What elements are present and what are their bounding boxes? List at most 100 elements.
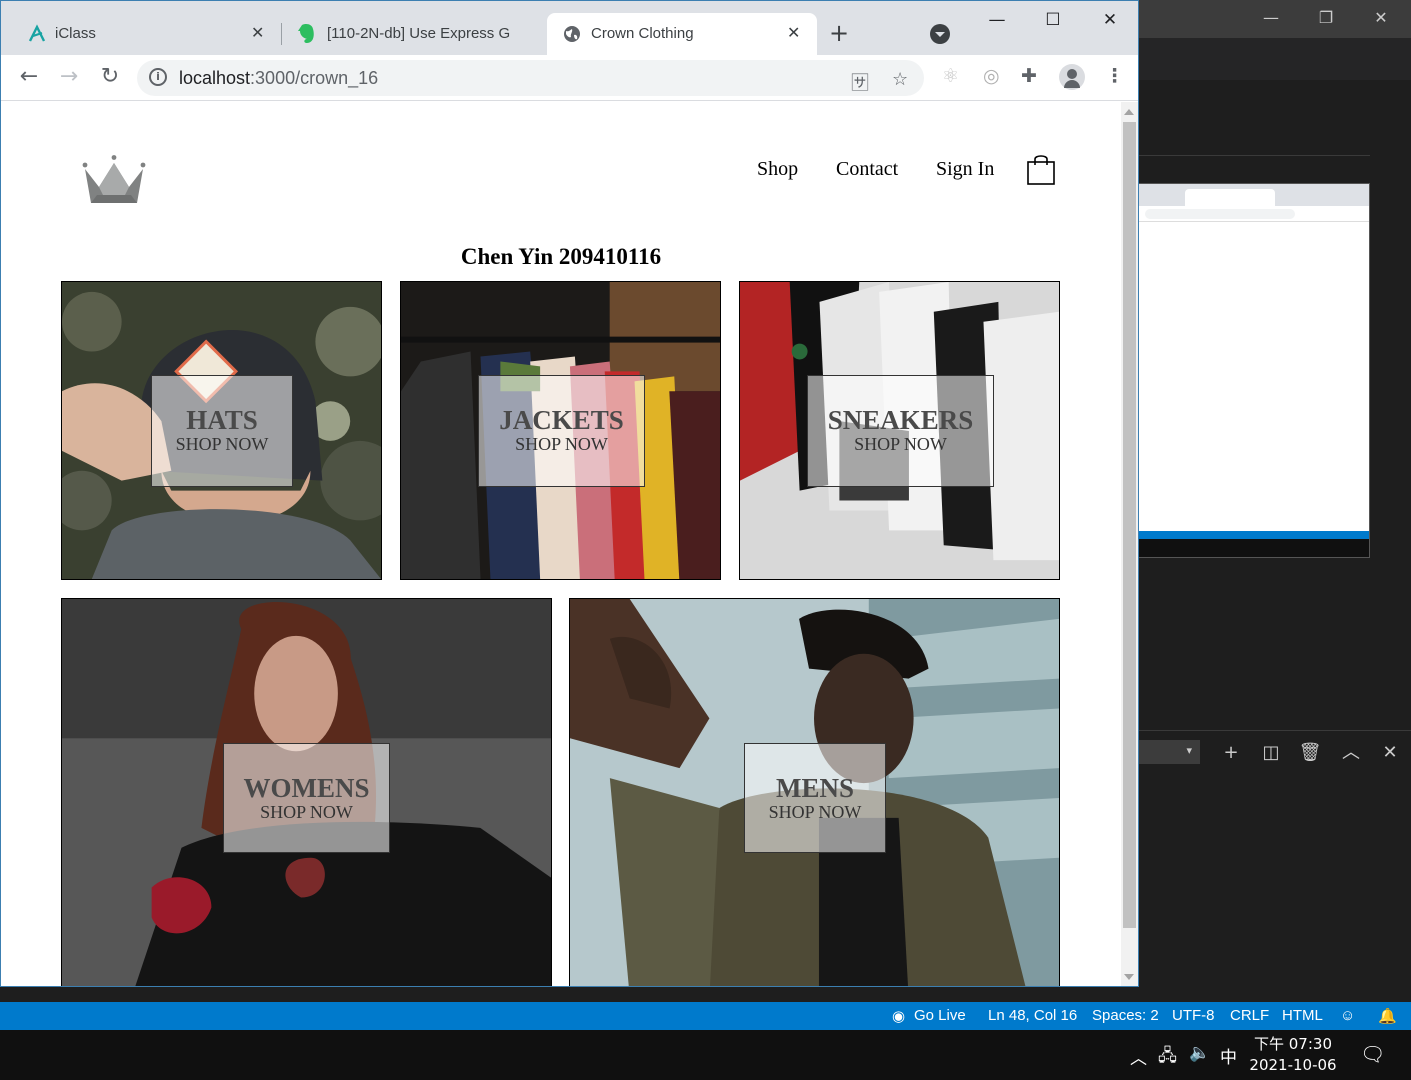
- scroll-down-icon[interactable]: [1124, 974, 1134, 980]
- bell-icon[interactable]: 🔔: [1378, 1007, 1397, 1025]
- crown-logo[interactable]: [81, 155, 147, 207]
- go-live-button[interactable]: Go Live: [914, 1007, 966, 1024]
- page-scrollbar[interactable]: [1121, 102, 1138, 986]
- evernote-icon: [298, 24, 314, 43]
- minimize-icon[interactable]: —: [1256, 4, 1286, 32]
- url-text[interactable]: localhost:3000/crown_16: [179, 68, 378, 89]
- forward-icon[interactable]: →: [54, 63, 84, 93]
- page-viewport: Shop Contact Sign In Chen Yin 209410116 …: [1, 102, 1121, 986]
- close-panel-icon[interactable]: ✕: [1376, 740, 1404, 766]
- category-title: MENS: [775, 773, 854, 803]
- preview-thumbnail: [1138, 183, 1370, 558]
- tab-iclass[interactable]: iClass ✕: [11, 13, 277, 55]
- maximize-icon[interactable]: ☐: [1033, 5, 1073, 35]
- volume-icon[interactable]: 🔈: [1189, 1043, 1210, 1063]
- scroll-up-icon[interactable]: [1124, 109, 1134, 115]
- split-icon[interactable]: ◫: [1257, 740, 1285, 766]
- category-tile-sneakers[interactable]: SNEAKERS SHOP NOW: [739, 281, 1060, 580]
- category-label[interactable]: JACKETS SHOP NOW: [478, 375, 645, 487]
- close-window-icon[interactable]: ✕: [1090, 5, 1130, 35]
- nav-sign-in-link[interactable]: Sign In: [936, 158, 994, 181]
- category-title: HATS: [186, 405, 258, 435]
- vscode-tab-bar: ···: [1138, 38, 1411, 104]
- divider: [1138, 155, 1370, 156]
- info-icon[interactable]: i: [149, 68, 167, 86]
- restore-icon[interactable]: ❐: [1311, 4, 1341, 32]
- bookmark-star-icon[interactable]: ☆: [892, 69, 908, 90]
- tab-crown-clothing[interactable]: Crown Clothing ✕: [547, 13, 817, 55]
- language-mode[interactable]: HTML: [1282, 1007, 1323, 1024]
- shop-now-text: SHOP NOW: [175, 434, 269, 454]
- category-tile-mens[interactable]: MENS SHOP NOW: [569, 598, 1060, 986]
- address-bar[interactable]: i localhost:3000/crown_16 🈂 ☆: [137, 60, 924, 96]
- cursor-position[interactable]: Ln 48, Col 16: [988, 1007, 1077, 1024]
- iclass-icon: [28, 24, 46, 42]
- shop-now-text: SHOP NOW: [260, 802, 353, 822]
- clock[interactable]: 下午 07:30 2021-10-06: [1243, 1034, 1343, 1076]
- category-label[interactable]: MENS SHOP NOW: [744, 743, 886, 853]
- browser-toolbar: ← → ↻ i localhost:3000/crown_16 🈂 ☆ ⚛ ◎ …: [1, 55, 1138, 101]
- vscode-status-bar: ◉ Go Live Ln 48, Col 16 Spaces: 2 UTF-8 …: [0, 1002, 1411, 1030]
- line-ending[interactable]: CRLF: [1230, 1007, 1269, 1024]
- extensions-puzzle-icon[interactable]: ✚: [1021, 65, 1037, 87]
- tab-strip: iClass ✕ [110-2N-db] Use Express G Crown…: [1, 1, 1138, 55]
- clock-date: 2021-10-06: [1249, 1056, 1337, 1074]
- close-icon[interactable]: ✕: [251, 23, 264, 42]
- feedback-icon[interactable]: ☺: [1340, 1007, 1355, 1024]
- chevron-up-icon[interactable]: ︿: [1337, 740, 1365, 766]
- ime-indicator[interactable]: 中: [1220, 1043, 1237, 1068]
- plus-icon[interactable]: +: [1217, 740, 1245, 766]
- extension-react-icon[interactable]: ⚛: [942, 65, 959, 87]
- category-label[interactable]: SNEAKERS SHOP NOW: [807, 375, 994, 487]
- close-icon[interactable]: ✕: [787, 23, 800, 42]
- back-icon[interactable]: ←: [14, 63, 44, 93]
- encoding[interactable]: UTF-8: [1172, 1007, 1215, 1024]
- minimize-icon[interactable]: —: [977, 5, 1017, 35]
- tab-evernote[interactable]: [110-2N-db] Use Express G: [283, 13, 545, 55]
- category-title: SNEAKERS: [827, 405, 974, 435]
- reload-icon[interactable]: ↻: [95, 63, 125, 93]
- url-path: :3000/crown_16: [250, 68, 379, 88]
- close-icon[interactable]: ✕: [1366, 4, 1396, 32]
- vscode-titlebar: — ❐ ✕: [1138, 0, 1411, 38]
- chrome-window: iClass ✕ [110-2N-db] Use Express G Crown…: [0, 0, 1139, 987]
- category-label[interactable]: HATS SHOP NOW: [151, 375, 293, 487]
- tab-title: [110-2N-db] Use Express G: [327, 25, 511, 42]
- nav-shop-link[interactable]: Shop: [757, 158, 798, 181]
- indentation[interactable]: Spaces: 2: [1092, 1007, 1159, 1024]
- tab-search-icon[interactable]: [930, 24, 950, 44]
- new-tab-icon[interactable]: +: [829, 19, 849, 47]
- preview-address-bar: [1139, 206, 1369, 222]
- trash-icon[interactable]: 🗑: [1296, 740, 1324, 766]
- menu-icon[interactable]: ⋮: [1105, 65, 1124, 87]
- shopping-bag-icon[interactable]: [1027, 153, 1055, 185]
- vscode-terminal-panel: [1138, 730, 1411, 1002]
- preview-status-bar: [1139, 531, 1369, 539]
- tab-title: iClass: [55, 25, 96, 42]
- notification-icon[interactable]: 🗨: [1360, 1042, 1385, 1066]
- preview-tab-strip: [1139, 184, 1369, 206]
- nav-contact-link[interactable]: Contact: [836, 158, 898, 181]
- globe-icon: [564, 26, 580, 42]
- category-label[interactable]: WOMENS SHOP NOW: [223, 743, 390, 853]
- scroll-thumb[interactable]: [1123, 122, 1136, 928]
- category-title: WOMENS: [243, 773, 370, 803]
- tab-title: Crown Clothing: [591, 25, 694, 42]
- url-host: localhost: [179, 68, 251, 88]
- network-icon[interactable]: 🖧: [1158, 1043, 1177, 1072]
- broadcast-icon[interactable]: ◉: [892, 1007, 905, 1025]
- terminal-select[interactable]: ▾: [1138, 740, 1200, 764]
- chevron-up-icon[interactable]: ︿: [1130, 1044, 1147, 1069]
- preview-tab: [1185, 189, 1275, 206]
- shop-now-text: SHOP NOW: [854, 434, 947, 454]
- category-tile-jackets[interactable]: JACKETS SHOP NOW: [400, 281, 721, 580]
- extension-record-icon[interactable]: ◎: [983, 65, 1000, 87]
- shop-now-text: SHOP NOW: [515, 434, 608, 454]
- shop-now-text: SHOP NOW: [768, 802, 862, 822]
- profile-avatar[interactable]: [1059, 64, 1085, 90]
- translate-icon[interactable]: 🈂: [851, 69, 869, 95]
- preview-taskbar: [1139, 539, 1369, 557]
- category-tile-womens[interactable]: WOMENS SHOP NOW: [61, 598, 552, 986]
- category-tile-hats[interactable]: HATS SHOP NOW: [61, 281, 382, 580]
- page-heading: Chen Yin 209410116: [460, 244, 662, 269]
